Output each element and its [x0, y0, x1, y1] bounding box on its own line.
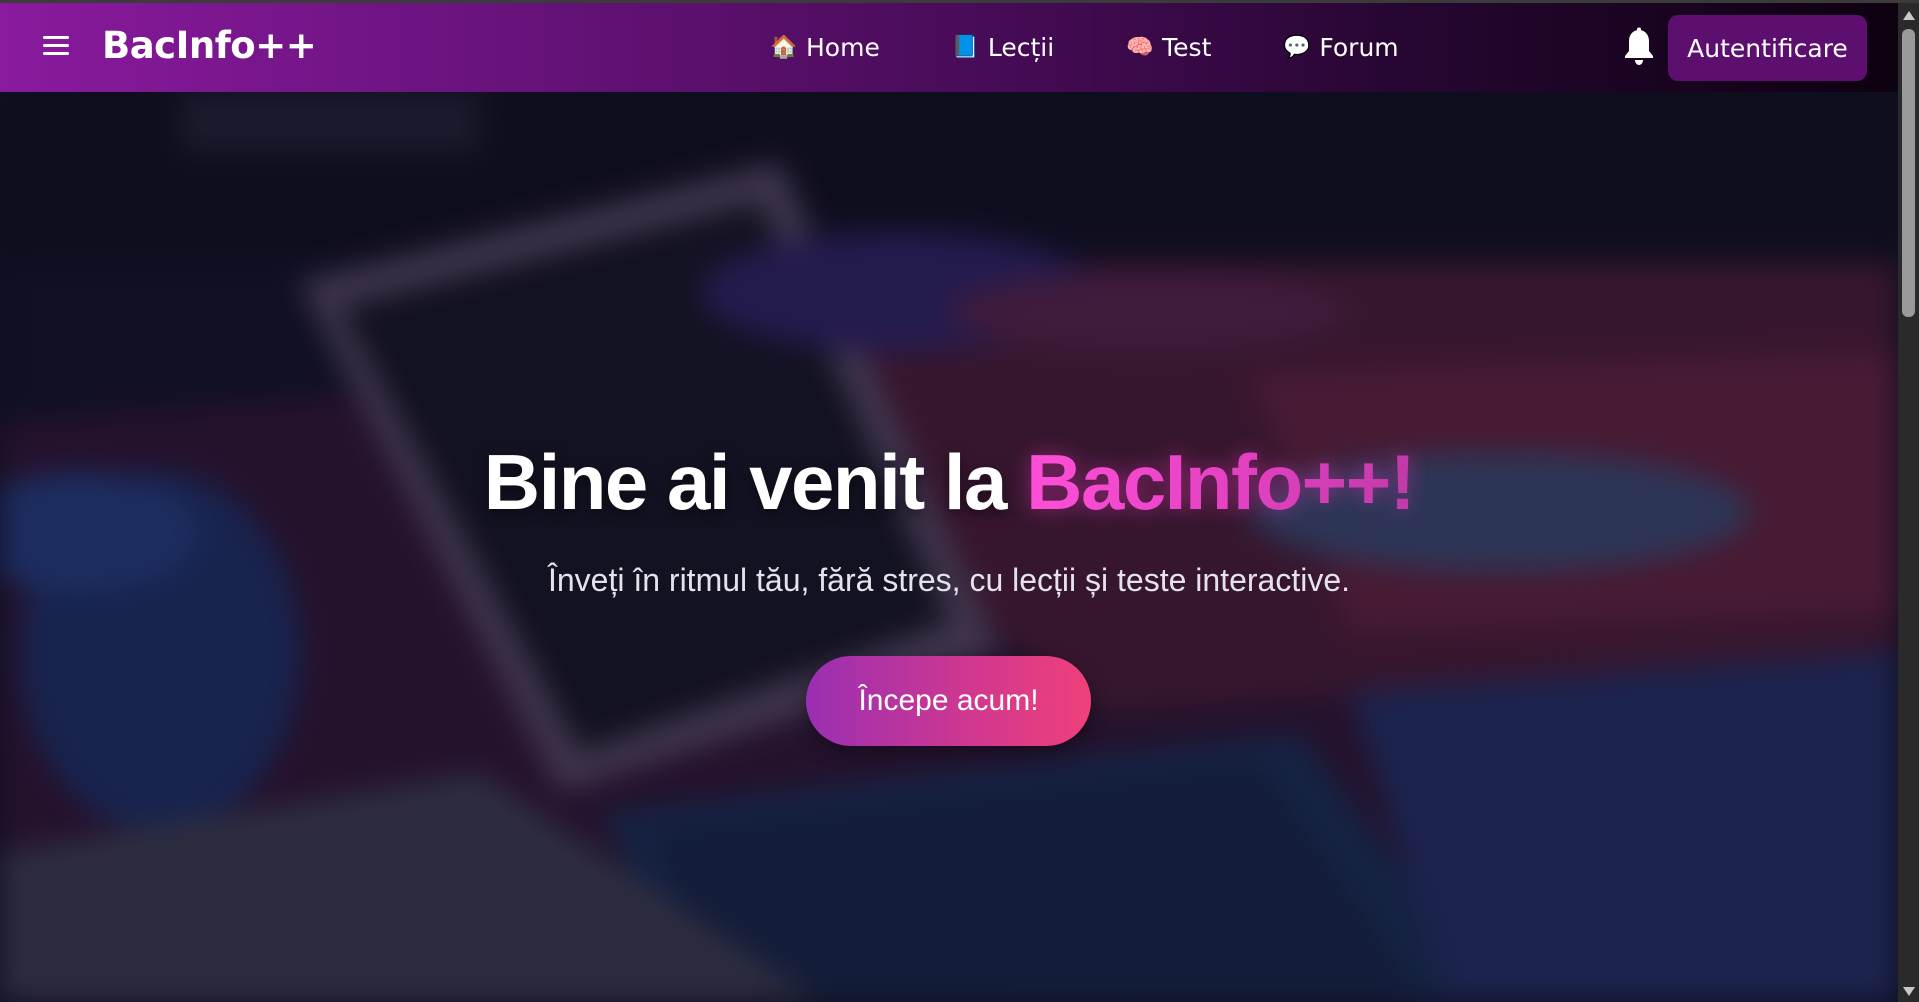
page: BacInfo++ 🏠 Home 📘 Lecții 🧠 Test 💬 Forum [0, 0, 1919, 1002]
nav-link-label: Lecții [987, 33, 1055, 62]
nav-link-lectii[interactable]: 📘 Lecții [952, 33, 1054, 62]
hero-overlay [0, 92, 1898, 1002]
nav-link-label: Forum [1319, 33, 1399, 62]
scroll-up-arrow-icon[interactable] [1903, 11, 1915, 20]
start-now-button[interactable]: Începe acum! [806, 656, 1091, 746]
scrollbar[interactable] [1898, 3, 1919, 1002]
scroll-down-arrow-icon[interactable] [1903, 987, 1915, 996]
nav-link-forum[interactable]: 💬 Forum [1283, 33, 1398, 62]
hero-section: Bine ai venit la BacInfo++! Înveți în ri… [0, 92, 1898, 1002]
scrollbar-thumb[interactable] [1902, 29, 1915, 317]
brain-icon: 🧠 [1126, 35, 1154, 60]
hamburger-menu-icon[interactable] [40, 33, 72, 59]
hero-title-accent: BacInfo++! [1026, 438, 1416, 526]
nav-link-label: Test [1162, 33, 1212, 62]
hero-title: Bine ai venit la BacInfo++! [0, 437, 1898, 528]
hero-subtitle: Înveți în ritmul tău, fără stres, cu lec… [547, 562, 1351, 598]
nav-link-label: Home [806, 33, 880, 62]
navbar: BacInfo++ 🏠 Home 📘 Lecții 🧠 Test 💬 Forum [0, 3, 1898, 92]
book-icon: 📘 [951, 35, 980, 60]
bell-icon[interactable] [1622, 27, 1656, 67]
browser-top-border [0, 0, 1919, 3]
login-button[interactable]: Autentificare [1668, 15, 1867, 81]
nav-links: 🏠 Home 📘 Lecții 🧠 Test 💬 Forum [770, 3, 1471, 92]
nav-link-home[interactable]: 🏠 Home [770, 33, 880, 62]
hero-title-prefix: Bine ai venit la [483, 438, 1027, 526]
nav-link-test[interactable]: 🧠 Test [1126, 33, 1211, 62]
speech-bubble-icon: 💬 [1283, 35, 1311, 60]
brand-logo[interactable]: BacInfo++ [102, 24, 317, 67]
house-icon: 🏠 [770, 35, 798, 60]
